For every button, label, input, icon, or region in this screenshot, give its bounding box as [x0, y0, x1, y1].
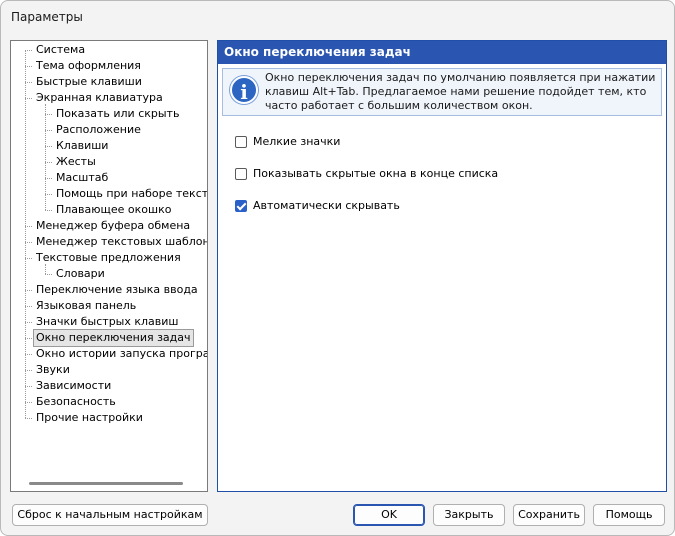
tree-item[interactable]: Менеджер текстовых шаблонов — [34, 234, 207, 250]
tree-connector — [45, 210, 52, 211]
ok-button[interactable]: OK — [353, 504, 425, 526]
auto-hide-label[interactable]: Автоматически скрывать — [253, 199, 400, 213]
tree-item[interactable]: Жесты — [54, 154, 98, 170]
tree-connector — [25, 386, 32, 387]
reset-defaults-button[interactable]: Сброс к начальным настройкам — [12, 504, 208, 526]
tree-item[interactable]: Менеджер буфера обмена — [34, 218, 192, 234]
panel-title: Окно переключения задач — [218, 41, 666, 64]
tree-connector — [45, 114, 52, 115]
tree-item[interactable]: Расположение — [54, 122, 143, 138]
tree-item[interactable]: Плавающее окошко — [54, 202, 173, 218]
tree-connector — [25, 338, 32, 339]
tree-connector — [25, 418, 32, 419]
tree-connector — [25, 98, 32, 99]
tree-item[interactable]: Текстовые предложения — [34, 250, 183, 266]
tree-item[interactable]: Словари — [54, 266, 107, 282]
tree-connector — [25, 242, 32, 243]
tree-item[interactable]: Окно истории запуска программ — [34, 346, 207, 362]
info-box: i Окно переключения задач по умолчанию п… — [222, 68, 662, 116]
tree-item[interactable]: Масштаб — [54, 170, 110, 186]
tree-item[interactable]: Переключение языка ввода — [34, 282, 200, 298]
tree-connector — [25, 306, 32, 307]
tree-connector — [45, 178, 52, 179]
tree-connector — [25, 370, 32, 371]
info-text: Окно переключения задач по умолчанию поя… — [265, 71, 656, 112]
tree-connector — [25, 258, 32, 259]
tree-item[interactable]: Значки быстрых клавиш — [34, 314, 180, 330]
tree-connector — [25, 290, 32, 291]
tree-item[interactable]: Тема оформления — [34, 58, 143, 74]
tree-connector — [45, 274, 52, 275]
tree-connector — [45, 162, 52, 163]
settings-window: Параметры Система Тема оформления Быстрые … — [0, 0, 675, 536]
tree-item[interactable]: Звуки — [34, 362, 72, 378]
tree-item[interactable]: Окно переключения задач — [33, 329, 194, 347]
tree-item[interactable]: Быстрые клавиши — [34, 74, 144, 90]
tree-item[interactable]: Экранная клавиатура — [34, 90, 165, 106]
small-icons-label[interactable]: Мелкие значки — [253, 135, 340, 149]
show-hidden-windows-label[interactable]: Показывать скрытые окна в конце списка — [253, 167, 498, 181]
tree-guide-line — [25, 50, 26, 418]
tree-item[interactable]: Языковая панель — [34, 298, 138, 314]
small-icons-checkbox[interactable] — [235, 136, 247, 148]
tree-item[interactable]: Безопасность — [34, 394, 118, 410]
help-button[interactable]: Помощь — [593, 504, 665, 526]
tree-connector — [25, 226, 32, 227]
tree-connector — [25, 322, 32, 323]
tree-connector — [45, 130, 52, 131]
auto-hide-checkbox[interactable] — [235, 200, 247, 212]
window-title: Параметры — [11, 10, 83, 24]
save-button[interactable]: Сохранить — [513, 504, 585, 526]
tree-connector — [25, 402, 32, 403]
settings-tree[interactable]: Система Тема оформления Быстрые клавиши Экр… — [10, 40, 208, 492]
tree-connector — [25, 354, 32, 355]
tree-horizontal-scrollbar[interactable] — [29, 482, 183, 485]
settings-panel: Окно переключения задач i Окно переключе… — [217, 40, 667, 492]
tree-item[interactable]: Показать или скрыть — [54, 106, 181, 122]
tree-connector — [25, 66, 32, 67]
show-hidden-windows-checkbox[interactable] — [235, 168, 247, 180]
tree-item[interactable]: Клавиши — [54, 138, 110, 154]
tree-connector — [45, 194, 52, 195]
tree-connector — [25, 50, 32, 51]
info-icon: i — [230, 76, 258, 104]
tree-connector — [45, 146, 52, 147]
tree-item[interactable]: Помощь при наборе текста — [54, 186, 207, 202]
tree-item[interactable]: Прочие настройки — [34, 410, 145, 426]
tree-item[interactable]: Зависимости — [34, 378, 113, 394]
close-button[interactable]: Закрыть — [433, 504, 505, 526]
tree-item[interactable]: Система — [34, 42, 87, 58]
tree-connector — [25, 82, 32, 83]
